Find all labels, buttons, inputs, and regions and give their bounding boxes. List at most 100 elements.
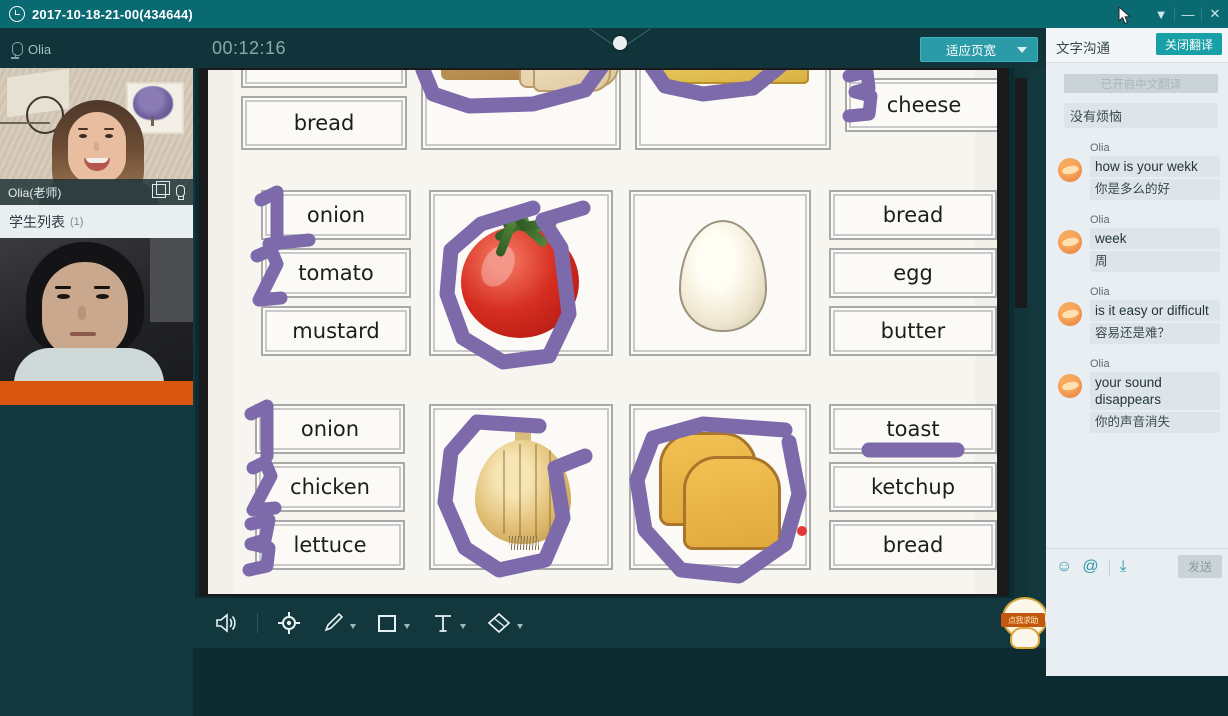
chat-message-list[interactable]: 已开启中文翻译 没有烦恼 Olia how is your wekk 你是多么的…: [1046, 62, 1228, 548]
close-translation-button[interactable]: 关闭翻译: [1156, 33, 1222, 55]
minimize-icon[interactable]: —: [1175, 0, 1201, 28]
word-cell[interactable]: [241, 70, 407, 88]
help-mascot-button[interactable]: 点我求助: [1000, 597, 1048, 649]
bread-slice-image: [533, 70, 611, 92]
fit-page-width-button[interactable]: 适应页宽: [920, 37, 1038, 62]
session-header: [0, 28, 1228, 68]
student-list-header[interactable]: 学生列表 (1): [0, 205, 193, 238]
pointer-target-icon[interactable]: [266, 598, 312, 648]
avatar-glyph: [1061, 236, 1080, 248]
lavender-artwork: [133, 86, 173, 120]
student-brow-left: [55, 286, 71, 289]
chat-message: Olia your sound disappears 你的声音消失: [1054, 358, 1220, 433]
mascot-ribbon: 点我求助: [1001, 613, 1045, 627]
microphone-icon-base: [11, 57, 19, 59]
microphone-icon[interactable]: [176, 185, 185, 200]
chat-message: Olia how is your wekk 你是多么的好: [1054, 142, 1220, 200]
window-title: 2017-10-18-21-00(434644): [32, 6, 193, 22]
image-cell-onion[interactable]: [429, 404, 613, 570]
word-cell[interactable]: bread: [829, 190, 997, 240]
teacher-video-actions: [152, 181, 185, 200]
student-eye-right: [96, 294, 109, 299]
student-video-tile[interactable]: [0, 238, 193, 381]
word-cell[interactable]: mustard: [261, 306, 411, 356]
chat-first-message: 没有烦恼: [1064, 103, 1218, 128]
duplicate-window-icon[interactable]: [152, 181, 170, 198]
pencil-tool[interactable]: [312, 598, 364, 648]
eraser-tool[interactable]: [476, 598, 532, 648]
whiteboard-frame: bread cheese onion tomato mustard bread …: [199, 68, 1009, 596]
image-cell-bread[interactable]: [421, 70, 621, 150]
chevron-down-icon[interactable]: [516, 623, 523, 629]
word-cell[interactable]: ketchup: [829, 462, 997, 512]
chevron-down-icon[interactable]: [403, 623, 410, 629]
whiteboard-area: bread cheese onion tomato mustard bread …: [195, 68, 1028, 598]
chevron-down-icon[interactable]: ▼: [1148, 0, 1174, 28]
avatar[interactable]: [1058, 302, 1082, 326]
image-cell-toast[interactable]: [629, 404, 811, 570]
word-label: onion: [306, 203, 366, 227]
mouse-cursor: [1118, 6, 1131, 25]
download-icon[interactable]: ⤓: [1120, 558, 1127, 576]
word-cell[interactable]: bread: [241, 96, 407, 150]
worksheet-page: bread cheese onion tomato mustard bread …: [233, 70, 997, 594]
red-dot-marker: [797, 526, 807, 536]
word-cell[interactable]: egg: [829, 248, 997, 298]
application-window: 2017-10-18-21-00(434644) ▼ — ✕ Olia 00:1…: [0, 0, 1228, 716]
chevron-down-icon: [1017, 47, 1027, 53]
chat-sender-name: Olia: [1090, 358, 1110, 370]
chat-message-original: is it easy or difficult: [1090, 300, 1220, 321]
zoom-slider-handle[interactable]: [613, 36, 627, 50]
text-tool[interactable]: [420, 598, 476, 648]
header-teacher-name: Olia: [28, 42, 52, 57]
close-icon[interactable]: ✕: [1202, 0, 1228, 28]
at-mention-icon[interactable]: @: [1082, 558, 1098, 576]
toast-image: [683, 456, 781, 550]
send-button[interactable]: 发送: [1178, 555, 1222, 578]
volume-icon[interactable]: [203, 598, 249, 648]
avatar[interactable]: [1058, 158, 1082, 182]
image-cell-egg[interactable]: [629, 190, 811, 356]
word-cell[interactable]: toast: [829, 404, 997, 454]
sidebar-empty-area: [0, 405, 193, 716]
chat-sender-name: Olia: [1090, 214, 1110, 226]
student-list-count: (1): [70, 215, 84, 228]
word-label: chicken: [290, 475, 370, 499]
word-cell[interactable]: chicken: [255, 462, 405, 512]
avatar[interactable]: [1058, 230, 1082, 254]
onion-line: [503, 450, 505, 534]
emoji-icon[interactable]: ☺: [1056, 558, 1072, 576]
teacher-video-tile[interactable]: Olia(老师): [0, 68, 193, 205]
sidebar-accent-strip: [0, 381, 193, 405]
microphone-icon: [12, 42, 23, 56]
toolbar-divider: [257, 613, 258, 633]
avatar[interactable]: [1058, 374, 1082, 398]
word-cell[interactable]: bread: [829, 520, 997, 570]
student-list-label: 学生列表: [9, 213, 65, 230]
chat-message-original: week: [1090, 228, 1220, 249]
word-cell[interactable]: onion: [261, 190, 411, 240]
square-shape-tool[interactable]: [364, 598, 420, 648]
chat-input[interactable]: [1046, 584, 1228, 676]
word-label: mustard: [292, 319, 380, 343]
word-cell[interactable]: tomato: [261, 248, 411, 298]
chat-message: Olia is it easy or difficult 容易还是难？: [1054, 286, 1220, 344]
whiteboard-canvas[interactable]: bread cheese onion tomato mustard bread …: [208, 70, 997, 594]
onion-image: [475, 440, 571, 544]
word-cell[interactable]: cheese: [845, 78, 997, 132]
onion-roots: [509, 536, 539, 550]
whiteboard-scrollbar-thumb[interactable]: [1015, 78, 1027, 308]
word-label: egg: [893, 261, 933, 285]
chevron-down-icon[interactable]: [349, 623, 356, 629]
word-cell[interactable]: butter: [829, 306, 997, 356]
image-cell-cheese[interactable]: [635, 70, 831, 150]
word-label: butter: [880, 319, 946, 343]
word-label: ketchup: [870, 475, 956, 499]
chevron-down-icon[interactable]: [459, 623, 466, 629]
chat-toolbar: ☺ @ ⤓ 发送: [1046, 548, 1228, 585]
image-cell-tomato[interactable]: [429, 190, 613, 356]
word-label: lettuce: [293, 533, 367, 557]
word-cell[interactable]: onion: [255, 404, 405, 454]
student-brow-right: [94, 286, 110, 289]
word-cell[interactable]: lettuce: [255, 520, 405, 570]
